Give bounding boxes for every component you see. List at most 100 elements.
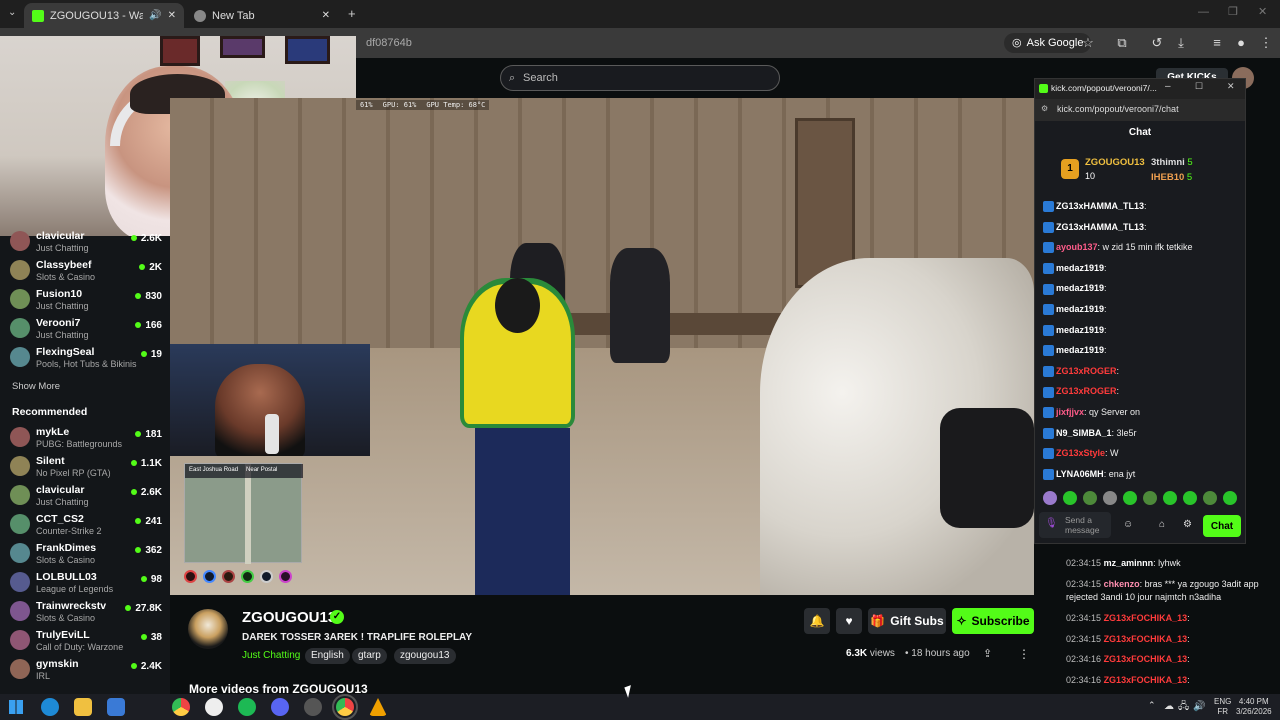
- sidebar-channel-item[interactable]: gymskin IRL 2.4K: [10, 656, 162, 684]
- obs-icon[interactable]: [304, 698, 322, 716]
- popout-maximize-icon[interactable]: ☐: [1195, 81, 1203, 92]
- chat-username[interactable]: mz_aminnn: [1104, 558, 1154, 568]
- media-control-icon[interactable]: ≡: [1208, 34, 1226, 52]
- gift-subs-button[interactable]: 🎁 Gift Subs: [868, 608, 946, 634]
- more-options-icon[interactable]: ⋮: [1018, 647, 1030, 661]
- sidebar-channel-item[interactable]: Classybeef Slots & Casino 2K: [10, 257, 162, 285]
- discord-icon[interactable]: [271, 698, 289, 716]
- chat-username[interactable]: ZG13xStyle: [1056, 448, 1105, 458]
- file-explorer-icon[interactable]: [74, 698, 92, 716]
- video-player[interactable]: 61% GPU: 61% GPU Temp: 68°C East Joshua …: [170, 98, 1034, 595]
- sidebar-channel-item[interactable]: clavicular Just Chatting 2.6K: [10, 482, 162, 510]
- address-bar[interactable]: df08764b: [356, 33, 1001, 53]
- emote-icon[interactable]: [1043, 491, 1057, 505]
- sidebar-channel-item[interactable]: clavicular Just Chatting 2.6K: [10, 228, 162, 256]
- tab-new-tab[interactable]: New Tab ✕: [186, 3, 338, 28]
- store-icon[interactable]: ⌂: [1159, 519, 1165, 530]
- chat-username[interactable]: medaz1919: [1056, 263, 1104, 273]
- chat-username[interactable]: ZG13xFOCHIKA_13: [1104, 613, 1188, 623]
- tag-gtarp[interactable]: gtarp: [352, 648, 387, 664]
- chat-username[interactable]: ZG13xROGER: [1056, 366, 1117, 376]
- notification-bell-button[interactable]: 🔔: [804, 608, 830, 634]
- gifter-second[interactable]: 3thimni 5: [1151, 157, 1193, 168]
- sidebar-channel-item[interactable]: CCT_CS2 Counter-Strike 2 241: [10, 511, 162, 539]
- bookmark-star-icon[interactable]: ☆: [1079, 34, 1097, 52]
- language-indicator[interactable]: ENG FR: [1214, 697, 1231, 717]
- emote-icon[interactable]: [1123, 491, 1137, 505]
- store-app-icon[interactable]: [107, 698, 125, 716]
- send-chat-button[interactable]: Chat: [1203, 515, 1241, 537]
- channel-name[interactable]: ZGOUGOU13: [242, 609, 336, 626]
- chat-username[interactable]: medaz1919: [1056, 304, 1104, 314]
- taskbar-clock[interactable]: 4:40 PM 3/26/2026: [1236, 697, 1272, 717]
- sidebar-channel-item[interactable]: LOLBULL03 League of Legends 98: [10, 569, 162, 597]
- chat-username[interactable]: ayoub137: [1056, 242, 1098, 252]
- follow-heart-button[interactable]: ♥: [836, 608, 862, 634]
- sidebar-channel-item[interactable]: Fusion10 Just Chatting 830: [10, 286, 162, 314]
- profile-avatar-icon[interactable]: ●: [1232, 34, 1250, 52]
- sidebar-channel-item[interactable]: FrankDimes Slots & Casino 362: [10, 540, 162, 568]
- site-info-icon[interactable]: ⚙: [1041, 104, 1048, 113]
- chrome-icon[interactable]: [172, 698, 190, 716]
- clock-app-icon[interactable]: [205, 698, 223, 716]
- window-minimize-icon[interactable]: —: [1198, 6, 1209, 18]
- chat-username[interactable]: ZG13xFOCHIKA_13: [1104, 654, 1188, 664]
- chat-input[interactable]: 🎙 Send a message: [1039, 512, 1111, 538]
- edge-icon[interactable]: [41, 698, 59, 716]
- tag-zgougou13[interactable]: zgougou13: [394, 648, 456, 664]
- popout-close-icon[interactable]: ✕: [1227, 81, 1235, 92]
- speaker-icon[interactable]: 🔊: [149, 10, 161, 21]
- browser-menu-icon[interactable]: ⋮: [1257, 34, 1275, 52]
- emote-icon[interactable]: [1223, 491, 1237, 505]
- mic-icon[interactable]: 🎙: [1045, 518, 1058, 529]
- tab-list-chevron-icon[interactable]: ⌄: [8, 7, 16, 18]
- window-close-icon[interactable]: ✕: [1258, 5, 1267, 18]
- show-more-button[interactable]: Show More: [12, 381, 60, 392]
- tab-close-icon[interactable]: ✕: [168, 10, 176, 21]
- emote-picker-icon[interactable]: ☺: [1123, 519, 1133, 530]
- emote-icon[interactable]: [1183, 491, 1197, 505]
- system-tray-chevron-icon[interactable]: ⌃: [1148, 700, 1156, 711]
- chat-username[interactable]: jixfjjvx: [1056, 407, 1084, 417]
- tab-kick-stream[interactable]: ZGOUGOU13 - Watch the V 🔊 ✕: [24, 3, 184, 28]
- chrome-active-icon[interactable]: [332, 694, 358, 720]
- chat-username[interactable]: ZG13xHAMMA_TL13: [1056, 201, 1144, 211]
- chat-username[interactable]: medaz1919: [1056, 283, 1104, 293]
- start-menu-icon[interactable]: [9, 700, 23, 714]
- chat-username[interactable]: ZG13xFOCHIKA_13: [1104, 634, 1188, 644]
- gifter-third[interactable]: IHEB10 5: [1151, 172, 1192, 183]
- chat-username[interactable]: medaz1919: [1056, 345, 1104, 355]
- chat-username[interactable]: ZG13xFOCHIKA_13: [1104, 675, 1188, 685]
- emote-icon[interactable]: [1143, 491, 1157, 505]
- sidebar-channel-item[interactable]: mykLe PUBG: Battlegrounds 181: [10, 424, 162, 452]
- emote-icon[interactable]: [1163, 491, 1177, 505]
- window-maximize-icon[interactable]: ❐: [1228, 5, 1238, 18]
- popout-minimize-icon[interactable]: –: [1165, 81, 1171, 92]
- sidebar-channel-item[interactable]: Trainwreckstv Slots & Casino 27.8K: [10, 598, 162, 626]
- search-input[interactable]: ⌕ Search: [500, 65, 780, 91]
- sidebar-channel-item[interactable]: Silent No Pixel RP (GTA) 1.1K: [10, 453, 162, 481]
- emote-icon[interactable]: [1083, 491, 1097, 505]
- chat-username[interactable]: medaz1919: [1056, 325, 1104, 335]
- chat-username[interactable]: LYNA06MH: [1056, 469, 1104, 479]
- popout-url-bar[interactable]: ⚙ kick.com/popout/verooni7/chat: [1035, 99, 1245, 121]
- download-icon[interactable]: ⤓: [1172, 34, 1190, 52]
- chat-username[interactable]: ZG13xHAMMA_TL13: [1056, 222, 1144, 232]
- sidebar-channel-item[interactable]: FlexingSeal Pools, Hot Tubs & Bikinis 19: [10, 344, 162, 372]
- emote-icon[interactable]: [1203, 491, 1217, 505]
- chat-username[interactable]: N9_SIMBA_1: [1056, 428, 1112, 438]
- settings-gear-icon[interactable]: ⚙: [1183, 519, 1192, 530]
- new-tab-plus-icon[interactable]: +: [348, 6, 356, 21]
- subscribe-button[interactable]: ✧ Subscribe: [952, 608, 1034, 634]
- share-icon[interactable]: ⇪: [983, 647, 992, 660]
- history-icon[interactable]: ↺: [1148, 34, 1166, 52]
- gifter-top[interactable]: 1 ZGOUGOU13 10: [1061, 157, 1145, 187]
- tag-english[interactable]: English: [305, 648, 350, 664]
- spotify-icon[interactable]: [238, 698, 256, 716]
- emote-icon[interactable]: [1103, 491, 1117, 505]
- category-link[interactable]: Just Chatting: [242, 650, 300, 661]
- sidebar-channel-item[interactable]: Verooni7 Just Chatting 166: [10, 315, 162, 343]
- channel-avatar[interactable]: [188, 609, 228, 649]
- sidebar-channel-item[interactable]: TrulyEviLL Call of Duty: Warzone 38: [10, 627, 162, 655]
- chat-username[interactable]: chkenzo: [1104, 579, 1140, 589]
